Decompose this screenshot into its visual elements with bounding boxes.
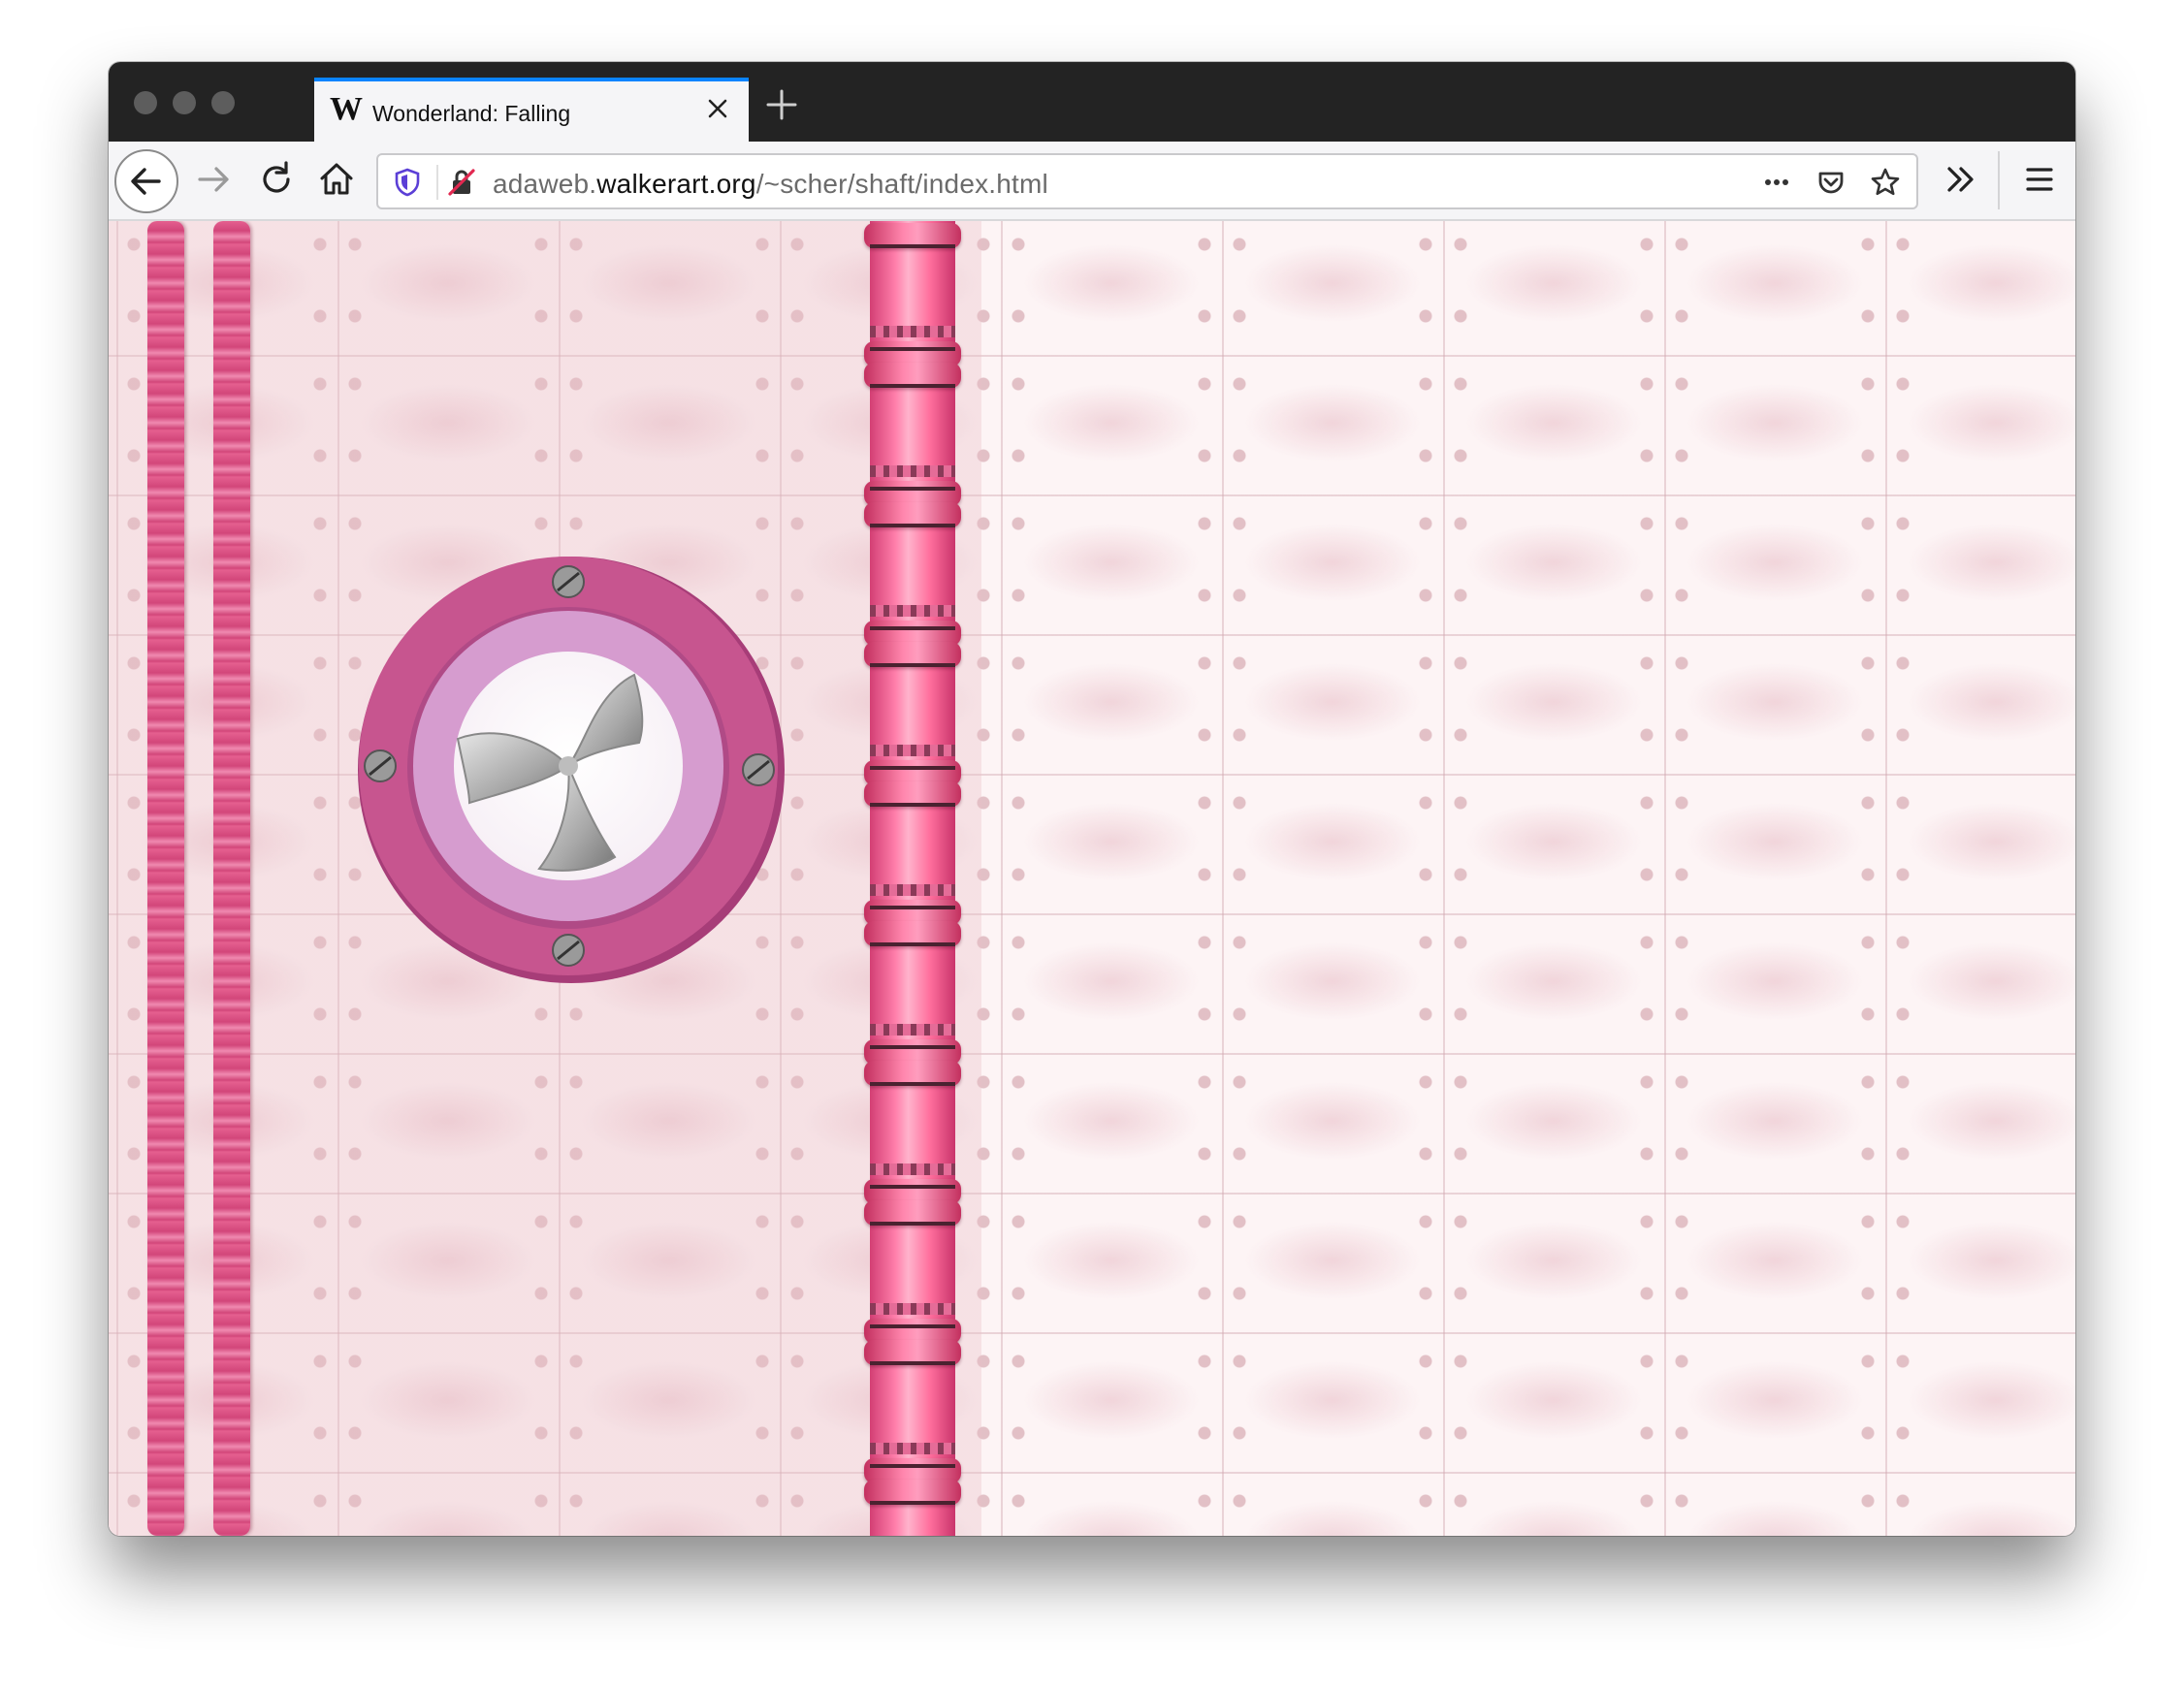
pink-pipe [864,221,961,1536]
pipe-band [870,487,955,491]
pipe-band [870,1222,955,1226]
pipe-band [870,1045,955,1049]
url-prefix: adaweb. [493,169,597,199]
zoom-window-button[interactable] [211,91,235,114]
close-icon[interactable] [704,95,731,122]
pipe-band [870,384,955,388]
pipe-clamp [870,1443,955,1454]
browser-window: W Wonderland: Falling adaweb.walkerart.o… [109,62,2075,1536]
url-text[interactable]: adaweb.walkerart.org/~scher/shaft/index.… [493,169,1048,200]
star-icon[interactable] [1870,167,1901,198]
url-path: /~scher/shaft/index.html [755,169,1048,199]
home-icon[interactable] [312,155,361,204]
page-content [109,221,2075,1536]
arrow-left-icon [131,168,161,195]
pipe-band [870,663,955,667]
plus-icon[interactable] [764,87,799,122]
pipe-band [870,1464,955,1468]
tab-title: Wonderland: Falling [372,101,571,126]
pipe-band [870,1324,955,1328]
pipe-clamp [870,465,955,477]
pipe-clamp [870,605,955,617]
insecure-lock-icon[interactable] [446,167,477,198]
arrow-right-icon[interactable] [190,155,239,204]
double-chevron-icon[interactable] [1936,155,1984,204]
pipe-clamp [870,1163,955,1175]
pipe-band [870,524,955,527]
close-window-button[interactable] [134,91,157,114]
pocket-icon[interactable] [1815,167,1847,198]
tab-strip: W Wonderland: Falling [109,62,2075,142]
pink-chain-right [213,221,250,1536]
pipe-clamp [870,1303,955,1315]
pink-chain-left [147,221,184,1536]
pipe-clamp [870,1024,955,1036]
porthole-fan-button[interactable] [353,549,789,985]
address-bar[interactable]: adaweb.walkerart.org/~scher/shaft/index.… [376,153,1918,209]
tab-wonderland-falling[interactable]: W Wonderland: Falling [314,78,749,142]
pipe-band [870,244,955,248]
pipe-band [870,1361,955,1365]
more-dots-icon[interactable] [1761,167,1792,198]
site-favicon-icon: W [330,91,363,127]
url-domain: walkerart.org [596,169,756,199]
pipe-band [870,766,955,770]
urlbar-separator [436,165,438,200]
minimize-window-button[interactable] [173,91,196,114]
pipe-clamp [870,326,955,337]
pipe-band [870,347,955,351]
toolbar-separator [1998,151,2000,209]
pipe-band [870,1501,955,1505]
reload-icon[interactable] [252,155,301,204]
pipe-band [870,626,955,630]
shield-icon[interactable] [392,167,423,198]
pipe-band [870,1082,955,1086]
pipe-clamp [870,745,955,756]
pipe-band [870,803,955,807]
pipe-band [870,906,955,909]
back-button[interactable] [114,149,178,213]
pipe-band [870,942,955,946]
pipe-clamp [870,884,955,896]
pipe-band [870,1185,955,1189]
navigation-toolbar: adaweb.walkerart.org/~scher/shaft/index.… [109,142,2075,221]
hamburger-icon[interactable] [2015,155,2064,204]
